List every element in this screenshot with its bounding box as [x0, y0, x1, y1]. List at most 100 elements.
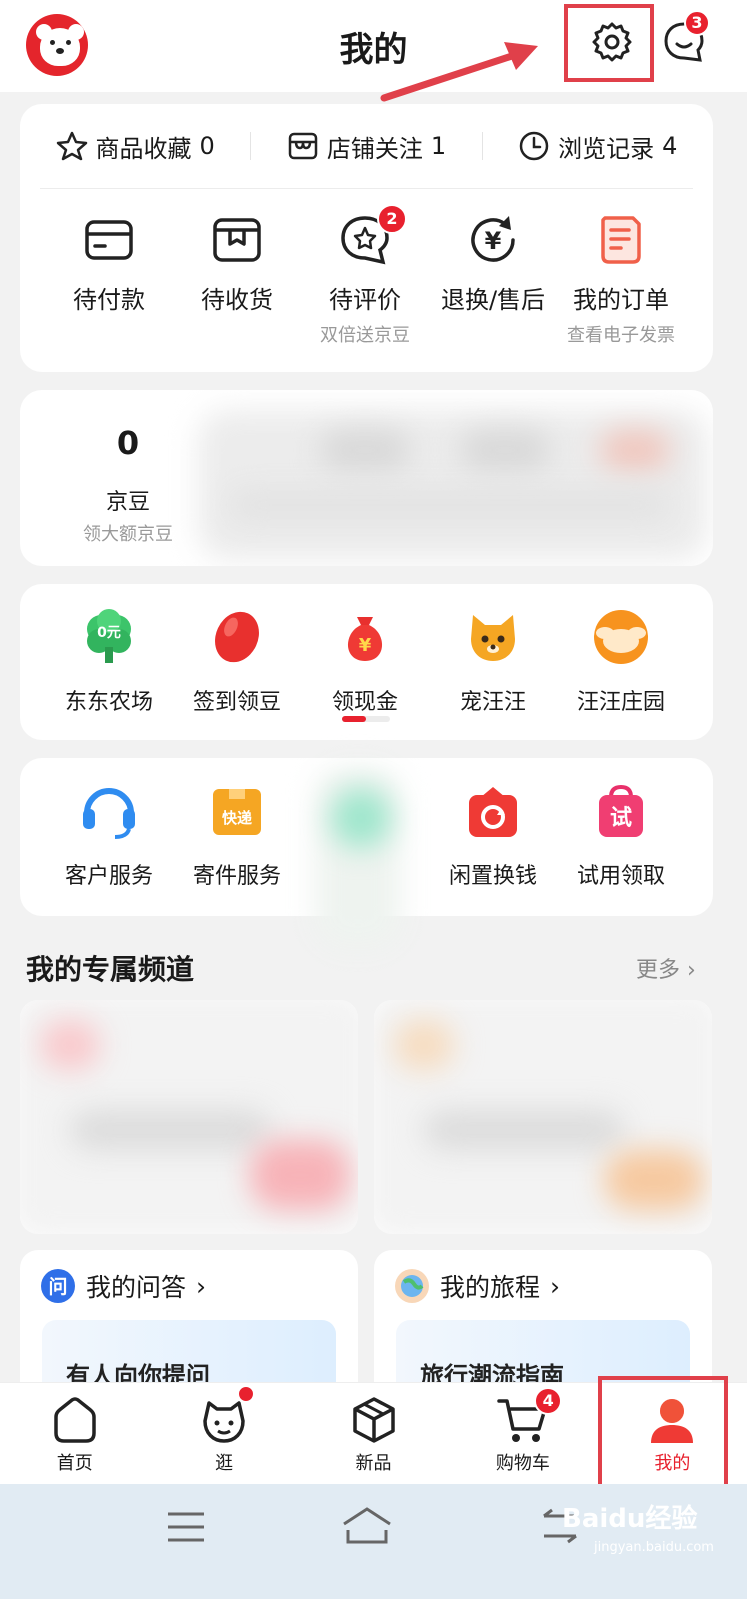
annotation-arrow — [380, 42, 538, 102]
cube-icon — [352, 1397, 395, 1443]
top-bar: 我的 3 — [0, 0, 747, 102]
svg-text:¥: ¥ — [485, 227, 502, 255]
channel-more-link[interactable]: 更多 › — [636, 952, 696, 984]
menu-icon[interactable] — [166, 1510, 206, 1544]
blurred-region — [424, 1110, 624, 1150]
tool-label: 试用领取 — [576, 864, 665, 889]
svg-text:问: 问 — [48, 1276, 67, 1298]
dog-icon — [471, 615, 515, 661]
page-indicator — [342, 716, 390, 722]
svg-text:快递: 快递 — [222, 809, 252, 827]
tool-label: 领现金 — [331, 690, 398, 715]
order-pending-payment[interactable]: 待付款 — [45, 204, 173, 347]
svg-text:0元: 0元 — [97, 625, 121, 641]
tool-pet-dog[interactable]: 宠汪汪 — [429, 604, 557, 716]
orders-card: 商品收藏 0 店铺关注 1 浏览记录 4 待付款 待收货 2 待评价 双倍送京豆… — [20, 104, 713, 372]
tab-label: 购物车 — [495, 1453, 550, 1474]
system-home-icon[interactable] — [340, 1506, 394, 1546]
tab-browse[interactable]: 逛 — [149, 1383, 298, 1484]
assets-card: 0 京豆 领大额京豆 — [20, 390, 713, 566]
followed-shops-count: 1 — [430, 132, 447, 160]
tool-resell[interactable]: 闲置换钱 — [429, 778, 557, 890]
tool-farm[interactable]: 0元 东东农场 — [45, 604, 173, 716]
tool-cash[interactable]: ¥ 领现金 — [301, 604, 429, 716]
tool-label: 宠汪汪 — [459, 690, 526, 715]
blurred-region — [604, 1150, 704, 1210]
headset-icon — [83, 788, 135, 839]
chevron-right-icon: › — [687, 958, 696, 983]
favorites-count: 0 — [199, 132, 215, 160]
channel-card-right[interactable] — [374, 1000, 712, 1234]
shop-icon — [288, 132, 318, 160]
blurred-region — [250, 1140, 350, 1210]
chevron-right-icon: › — [550, 1271, 561, 1301]
tool-label: 东东农场 — [64, 690, 153, 715]
svg-text:¥: ¥ — [359, 635, 372, 656]
face-icon — [203, 1401, 245, 1443]
beans-sub: 领大额京豆 — [83, 524, 173, 545]
tool-label: 寄件服务 — [192, 864, 281, 889]
order-label: 待评价 — [329, 286, 401, 314]
annotation-highlight-me-tab — [598, 1376, 728, 1496]
tool-trial[interactable]: 试 试用领取 — [557, 778, 685, 890]
tab-label: 逛 — [215, 1453, 234, 1474]
my-orders[interactable]: 我的订单 查看电子发票 — [557, 204, 685, 347]
more-label: 更多 — [636, 958, 681, 983]
tool-express[interactable]: 快递 寄件服务 — [173, 778, 301, 890]
favorites-link[interactable]: 商品收藏 0 — [20, 129, 250, 164]
tool-checkin[interactable]: 签到领豆 — [173, 604, 301, 716]
trip-header: 我的旅程 › — [394, 1268, 560, 1304]
quick-links: 商品收藏 0 店铺关注 1 浏览记录 4 — [20, 104, 713, 188]
home-icon — [53, 1397, 96, 1443]
trip-title: 我的旅程 — [440, 1273, 541, 1302]
qa-header: 问 我的问答 › — [40, 1268, 206, 1304]
order-label: 待收货 — [201, 286, 273, 314]
tab-home[interactable]: 首页 — [0, 1383, 149, 1484]
blurred-region — [600, 430, 670, 470]
services-card: 客户服务 快递 寄件服务 闲置换钱 试 试用领取 — [20, 758, 713, 948]
refund-icon: ¥ — [471, 216, 515, 262]
message-badge: 3 — [684, 10, 710, 36]
tool-blurred[interactable] — [301, 768, 429, 948]
tool-customer-service[interactable]: 客户服务 — [45, 778, 173, 890]
farm-tree-icon: 0元 — [87, 609, 131, 663]
followed-shops-link[interactable]: 店铺关注 1 — [251, 129, 481, 164]
tool-dog-manor[interactable]: 汪汪庄园 — [557, 604, 685, 716]
trial-bag-icon: 试 — [599, 784, 643, 837]
recycle-bag-icon — [469, 787, 517, 837]
order-sub: 查看电子发票 — [567, 325, 675, 346]
page-indicator-active — [342, 716, 366, 722]
channel-card-left[interactable] — [20, 1000, 358, 1234]
tab-cart[interactable]: 4 购物车 — [448, 1383, 597, 1484]
order-pending-review[interactable]: 2 待评价 双倍送京豆 — [301, 204, 429, 347]
channel-title: 我的专属频道 — [26, 953, 195, 986]
order-sub: 双倍送京豆 — [320, 325, 410, 346]
wallet-icon — [85, 220, 133, 260]
gear-icon[interactable] — [590, 20, 634, 64]
tab-label: 首页 — [56, 1453, 93, 1474]
question-icon: 问 — [41, 1269, 75, 1303]
svg-text:试: 试 — [610, 806, 632, 831]
order-label: 退换/售后 — [440, 286, 546, 314]
qa-title: 我的问答 — [86, 1273, 187, 1302]
order-status-row: 待付款 待收货 2 待评价 双倍送京豆 ¥ 退换/售后 我的订单 查看电子发票 — [20, 204, 713, 347]
history-link[interactable]: 浏览记录 4 — [483, 129, 713, 164]
globe-icon — [395, 1269, 429, 1303]
tool-label: 签到领豆 — [192, 690, 281, 715]
red-bean-icon — [215, 611, 259, 663]
blurred-region — [70, 1110, 270, 1150]
receipt-icon — [601, 216, 641, 264]
favorites-label: 商品收藏 — [95, 134, 192, 163]
order-pending-receipt[interactable]: 待收货 — [173, 204, 301, 347]
services-row: 客户服务 快递 寄件服务 闲置换钱 试 试用领取 — [20, 768, 713, 948]
blurred-region — [460, 430, 550, 470]
followed-shops-label: 店铺关注 — [326, 134, 423, 163]
tab-new[interactable]: 新品 — [299, 1383, 448, 1484]
order-refund-aftersale[interactable]: ¥ 退换/售后 — [429, 204, 557, 347]
baidu-watermark-url: jingyan.baidu.com — [594, 1540, 714, 1555]
blurred-region — [394, 1020, 454, 1070]
games-card: 0元 东东农场 签到领豆 ¥ 领现金 宠汪汪 汪汪庄园 — [20, 584, 713, 740]
tool-label: 客户服务 — [64, 864, 153, 889]
blurred-region — [40, 1020, 100, 1070]
express-box-icon: 快递 — [213, 789, 261, 835]
